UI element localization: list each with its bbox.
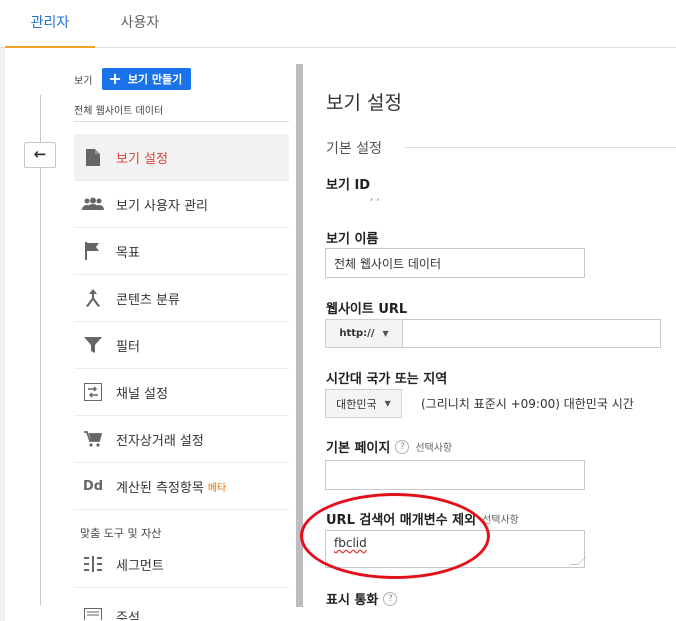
- url-protocol-value: http://: [339, 328, 375, 339]
- sidebar-item-label: 세그먼트: [116, 558, 164, 574]
- default-page-label-text: 기본 페이지: [326, 441, 391, 456]
- sidebar-item-label: 콘텐츠 분류: [116, 292, 180, 308]
- country-value: 대한민국: [336, 397, 377, 411]
- plus-icon: +: [108, 69, 122, 88]
- view-name: 전체 웹사이트 데이터: [74, 106, 164, 117]
- optional-text: 선택사항: [482, 515, 519, 526]
- sidebar-item-content-grouping[interactable]: 콘텐츠 분류: [74, 275, 289, 322]
- currency-label: 표시 통화 ?: [326, 589, 398, 608]
- view-name-input[interactable]: 전체 웹사이트 데이터: [325, 248, 585, 278]
- chevron-down-icon: ▼: [382, 329, 389, 338]
- sidebar-item-label: 목표: [116, 245, 140, 261]
- timezone-value[interactable]: (그리니치 표준시 +09:00) 대한민국 시간: [421, 395, 634, 412]
- sidebar-item-goals[interactable]: 목표: [74, 228, 289, 275]
- cart-icon: [82, 428, 104, 450]
- view-header: 보기 + 보기 만들기: [74, 68, 192, 90]
- website-url-input[interactable]: [403, 319, 661, 348]
- sidebar-item-channel-settings[interactable]: 채널 설정: [74, 369, 289, 416]
- sidebar-item-view-settings[interactable]: 보기 설정: [74, 134, 289, 181]
- section-heading-basic: 기본 설정: [326, 141, 382, 157]
- view-id-label: 보기 ID: [326, 178, 371, 193]
- sidebar-menu-custom: 세그먼트 주석: [74, 541, 289, 620]
- view-name-label: 보기 이름: [326, 232, 379, 247]
- channel-settings-icon: [82, 381, 104, 403]
- view-id-value: , ,: [370, 192, 380, 203]
- sidebar-item-ecommerce-settings[interactable]: 전자상거래 설정: [74, 416, 289, 463]
- sidebar-item-label: 계산된 측정항목: [116, 480, 204, 496]
- chevron-down-icon: ▼: [384, 399, 391, 408]
- back-arrow-button[interactable]: ←: [24, 142, 56, 168]
- url-protocol-dropdown[interactable]: http:// ▼: [325, 319, 403, 348]
- sidebar-item-label: 필터: [116, 339, 140, 355]
- page-title: 보기 설정: [326, 92, 402, 114]
- section-title-custom-tools: 맞춤 도구 및 자산: [80, 527, 162, 540]
- beta-badge: 베타: [207, 482, 227, 494]
- create-view-button[interactable]: + 보기 만들기: [102, 68, 192, 90]
- annotation-ellipse: [300, 493, 490, 579]
- filter-icon: [82, 334, 104, 356]
- sidebar-item-label: 보기 설정: [116, 151, 168, 167]
- create-view-label: 보기 만들기: [127, 73, 183, 86]
- sidebar-item-view-user-management[interactable]: 보기 사용자 관리: [74, 181, 289, 228]
- timezone-label: 시간대 국가 또는 지역: [326, 372, 448, 387]
- sidebar-menu: 보기 설정 보기 사용자 관리 목표 콘텐츠 분류 필터 채널 설정 전자상거래…: [74, 134, 289, 510]
- sidebar-item-label: 전자상거래 설정: [116, 433, 204, 449]
- sidebar-item-label: 주석: [116, 611, 140, 620]
- help-icon[interactable]: ?: [395, 439, 410, 454]
- currency-label-text: 표시 통화: [326, 593, 379, 608]
- document-icon: [82, 146, 104, 168]
- section-divider: [405, 147, 676, 148]
- content-grouping-icon: [82, 287, 104, 309]
- optional-text: 선택사항: [415, 443, 453, 454]
- sidebar-item-annotations[interactable]: 주석: [74, 588, 289, 620]
- people-icon: [82, 193, 104, 215]
- resize-handle-icon[interactable]: [570, 557, 586, 565]
- sidebar-connector-line: [40, 95, 41, 605]
- segments-icon: [82, 553, 104, 575]
- annotation-icon: [82, 604, 104, 620]
- default-page-label: 기본 페이지 ? 선택사항: [326, 437, 452, 456]
- sidebar-item-calculated-metrics[interactable]: Dd 계산된 측정항목 베타: [74, 463, 289, 510]
- sidebar-item-filters[interactable]: 필터: [74, 322, 289, 369]
- sidebar-item-label: 보기 사용자 관리: [116, 198, 208, 214]
- sidebar-item-segments[interactable]: 세그먼트: [74, 541, 289, 588]
- left-gutter: [0, 48, 5, 621]
- top-tab-bar: 관리자 사용자: [0, 0, 676, 48]
- country-dropdown[interactable]: 대한민국 ▼: [325, 389, 402, 418]
- sidebar-item-label: 채널 설정: [116, 386, 168, 402]
- default-page-input[interactable]: [325, 460, 585, 490]
- flag-icon: [82, 240, 104, 262]
- tab-user[interactable]: 사용자: [100, 0, 180, 48]
- calculated-metrics-icon: Dd: [82, 478, 104, 494]
- tab-admin[interactable]: 관리자: [5, 0, 95, 48]
- website-url-label: 웹사이트 URL: [326, 302, 408, 317]
- back-arrow-icon: ←: [33, 145, 47, 163]
- view-divider: [74, 121, 289, 122]
- help-icon[interactable]: ?: [383, 591, 398, 606]
- view-label: 보기: [74, 75, 93, 87]
